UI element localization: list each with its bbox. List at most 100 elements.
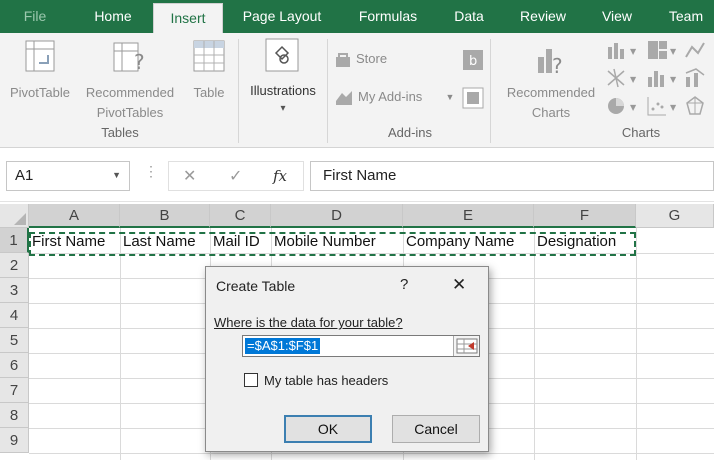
column-header-f[interactable]: F [534, 204, 636, 228]
ribbon-tab-bar: File Home Insert Page Layout Formulas Da… [0, 0, 714, 33]
recommended-charts-button[interactable]: ? Recommended Charts [496, 37, 606, 121]
bing-icon: b [463, 50, 483, 70]
tab-data[interactable]: Data [446, 0, 492, 33]
chevron-down-icon[interactable]: ▼ [112, 170, 121, 180]
range-prompt-text: Where is the data for your table? [214, 315, 403, 330]
tab-page-layout[interactable]: Page Layout [232, 0, 332, 33]
create-table-dialog: Create Table ? ✕ Where is the data for y… [205, 266, 489, 452]
tab-review[interactable]: Review [512, 0, 574, 33]
row-header-8[interactable]: 8 [0, 403, 29, 428]
hierarchy-chart-button[interactable]: ▼ [646, 39, 680, 61]
gridline [636, 228, 637, 460]
tab-view[interactable]: View [594, 0, 640, 33]
row-header-3[interactable]: 3 [0, 278, 29, 303]
table-button[interactable]: Table [186, 37, 232, 121]
combo-chart-button[interactable] [684, 67, 712, 89]
store-button[interactable]: Store [334, 49, 414, 71]
ribbon-separator [327, 39, 328, 143]
row-header-7[interactable]: 7 [0, 378, 29, 403]
radar-chart-button[interactable] [684, 95, 712, 117]
waterfall-chart-button[interactable]: ▼ [606, 67, 640, 89]
column-header-g[interactable]: G [636, 204, 714, 228]
row-header-9[interactable]: 9 [0, 428, 29, 453]
headers-checkbox-label[interactable]: My table has headers [264, 373, 388, 388]
svg-text:▼: ▼ [630, 103, 637, 112]
select-all-corner[interactable] [0, 204, 29, 228]
addins-group-label: Add-ins [387, 125, 433, 140]
recommended-pivottables-button[interactable]: ? Recommended PivotTables [78, 37, 182, 121]
column-header-e[interactable]: E [403, 204, 534, 228]
svg-text:▼: ▼ [630, 47, 637, 56]
tab-formulas[interactable]: Formulas [346, 0, 430, 33]
help-button[interactable]: ? [400, 276, 408, 293]
recommended-pivottables-label-2: PivotTables [96, 105, 164, 120]
cancel-button[interactable]: Cancel [392, 415, 480, 443]
formula-value: First Name [323, 167, 397, 184]
row-header-2[interactable]: 2 [0, 253, 29, 278]
stat-chart-button[interactable]: ▼ [646, 67, 680, 89]
svg-text:▼: ▼ [670, 75, 677, 84]
svg-text:▼: ▼ [670, 47, 677, 56]
svg-text:▼: ▼ [670, 103, 677, 112]
row-header-1[interactable]: 1 [0, 228, 29, 253]
my-addins-button[interactable]: My Add-ins ▼ [334, 87, 458, 109]
my-addins-icon [336, 91, 352, 105]
pie-chart-button[interactable]: ▼ [606, 95, 640, 117]
svg-text:b: b [469, 54, 477, 69]
people-graph-button[interactable] [462, 87, 484, 109]
range-select-icon [456, 338, 478, 354]
gridline [120, 228, 121, 460]
charts-group-label: Charts [621, 125, 661, 140]
waterfall-chart-icon: ▼ [607, 68, 637, 88]
row-header-4[interactable]: 4 [0, 303, 29, 328]
svg-text:▼: ▼ [630, 75, 637, 84]
column-header-b[interactable]: B [120, 204, 210, 228]
column-header-a[interactable]: A [29, 204, 120, 228]
scatter-chart-icon: ▼ [647, 97, 677, 116]
tab-insert[interactable]: Insert [153, 3, 223, 33]
ribbon: PivotTable ? Recommended PivotTables Tab… [0, 33, 714, 148]
table-icon [193, 40, 225, 72]
name-box[interactable]: A1 ▼ [6, 161, 130, 191]
tables-group-label: Tables [101, 125, 139, 140]
select-all-icon [14, 213, 26, 225]
collapse-dialog-button[interactable] [453, 336, 479, 356]
svg-text:?: ? [134, 50, 145, 74]
scatter-chart-button[interactable]: ▼ [646, 95, 680, 117]
ribbon-separator [238, 39, 239, 143]
name-box-value: A1 [15, 167, 34, 184]
line-chart-button[interactable] [684, 39, 712, 61]
svg-text:?: ? [552, 54, 563, 77]
pivottable-button[interactable]: PivotTable [4, 37, 76, 121]
range-input[interactable]: =$A$1:$F$1 [242, 335, 480, 357]
pivottable-label: PivotTable [10, 85, 70, 100]
dialog-title: Create Table [216, 278, 296, 294]
tab-home[interactable]: Home [80, 0, 146, 33]
close-icon[interactable]: ✕ [452, 275, 466, 295]
gridline [29, 453, 714, 454]
enter-icon[interactable]: ✓ [229, 166, 242, 186]
ok-button[interactable]: OK [284, 415, 372, 443]
gridline [534, 228, 535, 460]
headers-checkbox[interactable] [244, 373, 258, 387]
recommended-pivottables-label-1: Recommended [85, 85, 175, 100]
range-value: =$A$1:$F$1 [245, 338, 321, 354]
illustrations-button[interactable]: Illustrations ▾ [242, 35, 324, 121]
row-header-6[interactable]: 6 [0, 353, 29, 378]
people-graph-icon [462, 87, 484, 109]
pie-chart-icon: ▼ [608, 98, 637, 114]
column-header-c[interactable]: C [210, 204, 271, 228]
column-header-d[interactable]: D [271, 204, 403, 228]
column-chart-button[interactable]: ▼ [606, 39, 640, 61]
bing-maps-button[interactable]: b [462, 49, 484, 71]
cancel-icon[interactable]: ✕ [183, 166, 196, 186]
tab-file[interactable]: File [0, 0, 70, 33]
tab-team[interactable]: Team [660, 0, 712, 33]
store-icon [336, 53, 350, 67]
formula-input[interactable]: First Name [310, 161, 714, 191]
recommended-charts-label-2: Charts [531, 105, 571, 120]
insert-function-icon[interactable]: fx [273, 167, 287, 185]
pivottable-icon [25, 40, 55, 72]
row-header-5[interactable]: 5 [0, 328, 29, 353]
table-label: Table [193, 85, 225, 100]
